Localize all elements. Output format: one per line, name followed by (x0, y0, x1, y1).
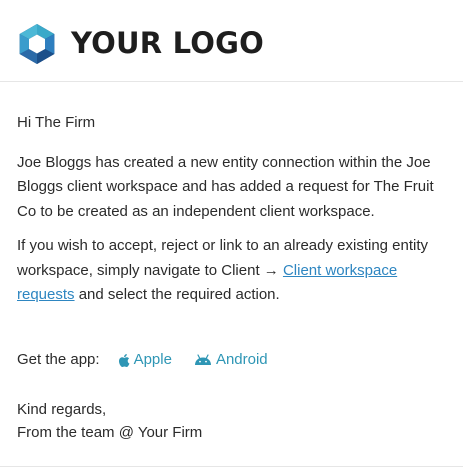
signoff: Kind regards, From the team @ Your Firm (17, 398, 202, 444)
get-app-row: Get the app: Apple Android (17, 348, 268, 372)
signoff-line: Kind regards, (17, 401, 107, 418)
email-header: YOUR LOGO (0, 0, 463, 82)
apple-icon (118, 353, 129, 367)
footer-divider (0, 466, 463, 467)
instructions-text-end: and select the required action. (74, 286, 280, 303)
email-body: Hi The Firm Joe Bloggs has created a new… (17, 111, 449, 308)
apple-app-link[interactable]: Apple (117, 348, 172, 372)
hexagon-aperture-logo-icon (19, 24, 55, 64)
android-icon (194, 354, 211, 365)
signoff-signature: From the team @ Your Firm (17, 424, 203, 441)
android-label: Android (215, 351, 268, 368)
android-app-link[interactable]: Android (194, 348, 268, 372)
greeting: Hi The Firm (17, 114, 96, 131)
get-app-label: Get the app: (17, 351, 100, 368)
apple-label: Apple (133, 351, 172, 368)
logo-text: YOUR LOGO (71, 26, 264, 60)
message-paragraph: Joe Bloggs has created a new entity conn… (17, 153, 434, 220)
instructions-paragraph: If you wish to accept, reject or link to… (17, 234, 449, 308)
